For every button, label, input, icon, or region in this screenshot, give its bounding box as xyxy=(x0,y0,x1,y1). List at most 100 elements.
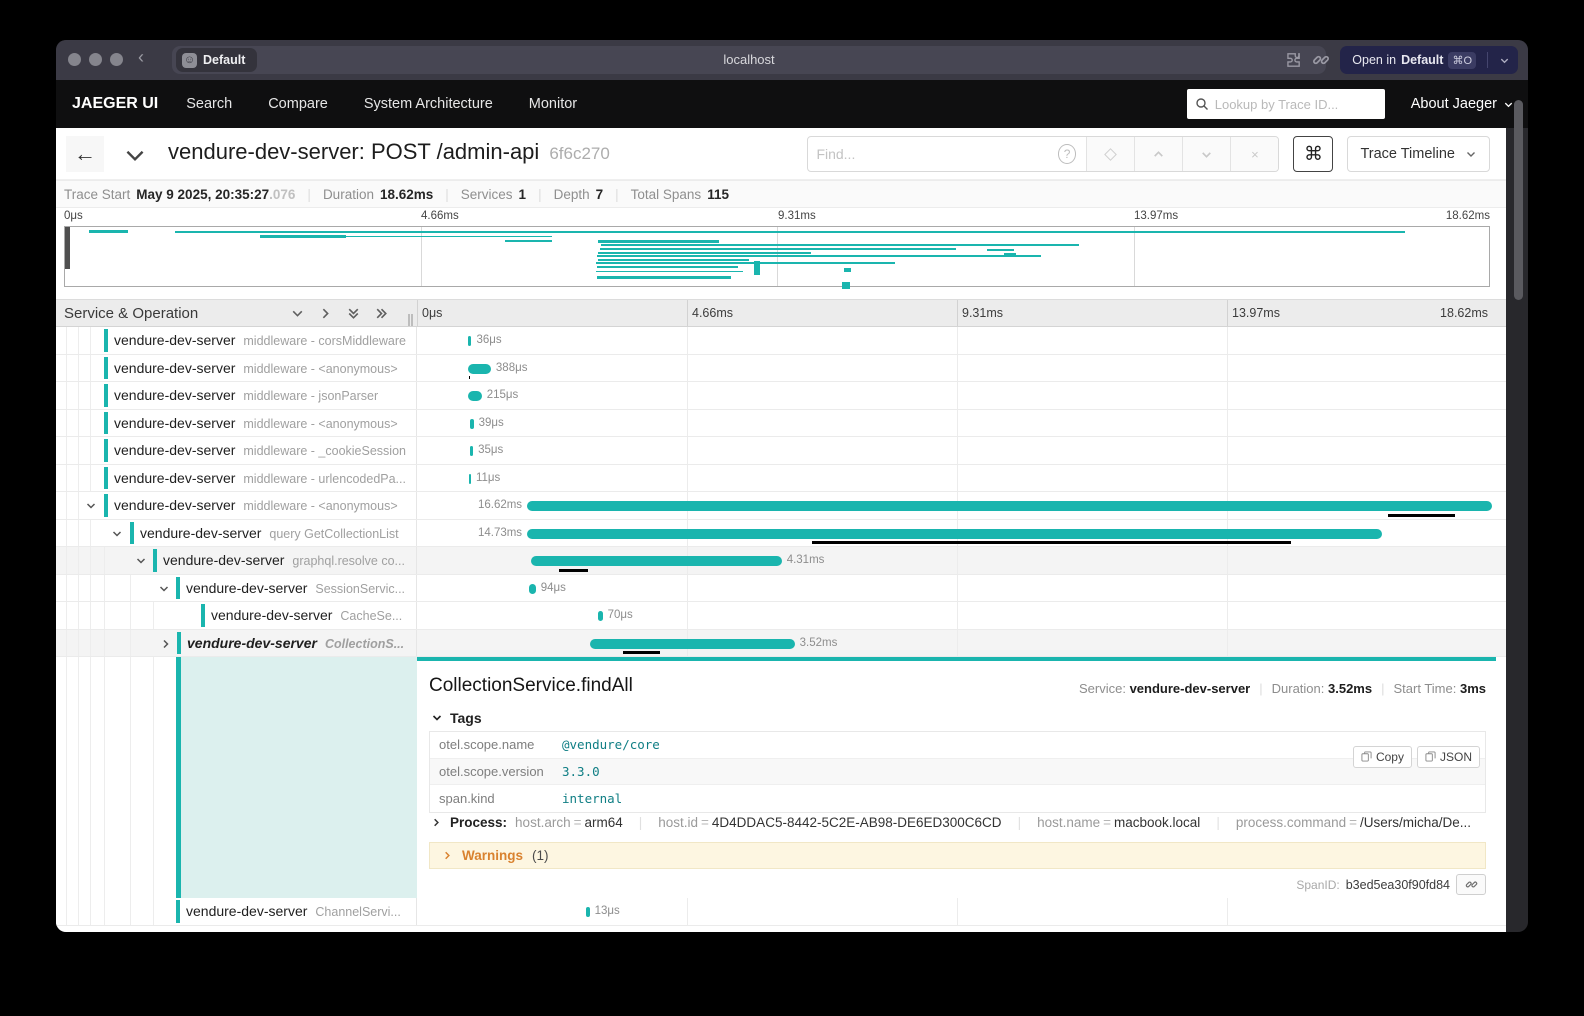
tag-row[interactable]: otel.scope.version 3.3.0 Copy JSON xyxy=(430,759,1485,786)
minimize-window-button[interactable] xyxy=(89,53,102,66)
maximize-window-button[interactable] xyxy=(110,53,123,66)
span-bar[interactable] xyxy=(590,639,795,649)
clear-search-button[interactable]: × xyxy=(1230,137,1278,171)
tag-row[interactable]: otel.scope.name @vendure/core xyxy=(430,732,1485,759)
span-timeline-cell[interactable]: 13μs xyxy=(417,898,1496,925)
tags-section-toggle[interactable]: Tags xyxy=(431,710,482,726)
span-bar[interactable] xyxy=(469,474,471,484)
span-row[interactable]: vendure-dev-servermiddleware - <anonymou… xyxy=(56,355,1506,383)
span-row[interactable]: vendure-dev-servergraphql.resolve co... … xyxy=(56,547,1506,575)
traffic-lights[interactable] xyxy=(68,53,123,66)
keyboard-shortcuts-button[interactable]: ⌘ xyxy=(1293,136,1333,172)
find-input[interactable] xyxy=(816,146,1057,162)
address-bar[interactable]: ☺ Default localhost xyxy=(172,46,1326,74)
prev-result-button[interactable] xyxy=(1134,137,1182,171)
span-bar[interactable] xyxy=(468,364,491,374)
chevron-down-icon[interactable] xyxy=(85,500,97,512)
nav-item-system-architecture[interactable]: System Architecture xyxy=(364,96,493,112)
about-jaeger-menu[interactable]: About Jaeger xyxy=(1411,96,1514,112)
span-name-cell[interactable]: vendure-dev-serverCacheSe... xyxy=(56,602,417,629)
span-timeline-cell[interactable]: 39μs xyxy=(417,410,1496,437)
span-row[interactable]: vendure-dev-servermiddleware - <anonymou… xyxy=(56,492,1506,520)
view-type-select[interactable]: Trace Timeline xyxy=(1347,136,1490,172)
span-timeline-cell[interactable]: 3.52ms xyxy=(417,630,1496,657)
span-timeline-cell[interactable]: 4.31ms xyxy=(417,547,1496,574)
span-name-cell[interactable]: vendure-dev-serverCollectionS... xyxy=(56,630,417,657)
span-row[interactable]: vendure-dev-servermiddleware - corsMiddl… xyxy=(56,327,1506,355)
close-window-button[interactable] xyxy=(68,53,81,66)
minimap-drag-handle[interactable] xyxy=(65,227,70,269)
next-result-button[interactable] xyxy=(1182,137,1230,171)
span-row[interactable]: vendure-dev-serverquery GetCollectionLis… xyxy=(56,520,1506,548)
trace-id-lookup[interactable] xyxy=(1187,89,1385,119)
span-row[interactable]: vendure-dev-servermiddleware - <anonymou… xyxy=(56,410,1506,438)
tag-row[interactable]: span.kind internal xyxy=(430,785,1485,812)
span-row[interactable]: vendure-dev-serverSessionServic... 94μs xyxy=(56,575,1506,603)
nav-item-search[interactable]: Search xyxy=(186,96,232,112)
span-name-cell[interactable]: vendure-dev-servermiddleware - <anonymou… xyxy=(56,355,417,382)
nav-item-compare[interactable]: Compare xyxy=(268,96,328,112)
span-bar[interactable] xyxy=(586,907,589,917)
collapse-all-icon[interactable] xyxy=(346,306,361,321)
focus-span-button[interactable] xyxy=(1086,137,1134,171)
span-timeline-cell[interactable]: 70μs xyxy=(417,602,1496,629)
span-timeline-cell[interactable]: 16.62ms xyxy=(417,492,1496,519)
span-row[interactable]: vendure-dev-serverChannelServi... 13μs xyxy=(56,898,1506,926)
process-section-toggle[interactable]: Process: host.arch=arm64| host.id=4D4DDA… xyxy=(431,815,1471,830)
expand-all-icon[interactable] xyxy=(374,306,389,321)
help-icon[interactable]: ? xyxy=(1058,144,1077,164)
chevron-down-icon[interactable] xyxy=(1499,55,1510,66)
column-resizer[interactable] xyxy=(408,314,413,326)
span-name-cell[interactable]: vendure-dev-servermiddleware - urlencode… xyxy=(56,465,417,492)
span-row[interactable]: vendure-dev-serverCacheSe... 70μs xyxy=(56,602,1506,630)
chevron-down-icon[interactable] xyxy=(135,555,147,567)
chevron-down-icon[interactable] xyxy=(111,528,123,540)
warnings-section-toggle[interactable]: Warnings (1) xyxy=(429,842,1486,869)
span-timeline-cell[interactable]: 14.73ms xyxy=(417,520,1496,547)
span-timeline-cell[interactable]: 11μs xyxy=(417,465,1496,492)
expand-one-icon[interactable] xyxy=(318,306,333,321)
span-timeline-cell[interactable]: 215μs xyxy=(417,382,1496,409)
span-row[interactable]: vendure-dev-servermiddleware - _cookieSe… xyxy=(56,437,1506,465)
span-bar[interactable] xyxy=(468,391,482,401)
extensions-puzzle-icon[interactable] xyxy=(1284,51,1302,69)
chevron-down-icon[interactable] xyxy=(158,583,170,595)
span-name-cell[interactable]: vendure-dev-serverChannelServi... xyxy=(56,898,417,925)
browser-back-icon[interactable]: ‹ xyxy=(138,47,144,68)
back-button[interactable]: ← xyxy=(66,136,104,172)
span-timeline-cell[interactable]: 36μs xyxy=(417,327,1496,354)
span-name-cell[interactable]: vendure-dev-servermiddleware - <anonymou… xyxy=(56,410,417,437)
nav-item-monitor[interactable]: Monitor xyxy=(529,96,577,112)
chevron-right-icon[interactable] xyxy=(160,638,172,650)
span-name-cell[interactable]: vendure-dev-servermiddleware - jsonParse… xyxy=(56,382,417,409)
trace-id-input[interactable] xyxy=(1215,97,1377,112)
minimap-canvas[interactable] xyxy=(64,226,1490,287)
span-row[interactable]: vendure-dev-serverCollectionS... 3.52ms xyxy=(56,630,1506,658)
span-row[interactable]: vendure-dev-servermiddleware - urlencode… xyxy=(56,465,1506,493)
span-bar[interactable] xyxy=(527,529,1382,539)
copy-button[interactable]: Copy xyxy=(1353,746,1412,768)
span-bar[interactable] xyxy=(468,336,472,346)
jaeger-logo[interactable]: JAEGER UI xyxy=(72,95,158,113)
span-row[interactable]: vendure-dev-servermiddleware - jsonParse… xyxy=(56,382,1506,410)
copy-link-icon[interactable] xyxy=(1312,51,1330,69)
span-name-cell[interactable]: vendure-dev-servermiddleware - <anonymou… xyxy=(56,492,417,519)
span-name-cell[interactable]: vendure-dev-servermiddleware - _cookieSe… xyxy=(56,437,417,464)
span-timeline-cell[interactable]: 388μs xyxy=(417,355,1496,382)
span-name-cell[interactable]: vendure-dev-servergraphql.resolve co... xyxy=(56,547,417,574)
json-button[interactable]: JSON xyxy=(1417,746,1480,768)
open-in-default-button[interactable]: Open in Default ⌘O xyxy=(1340,46,1518,74)
span-timeline-cell[interactable]: 94μs xyxy=(417,575,1496,602)
span-bar[interactable] xyxy=(598,611,602,621)
collapse-one-icon[interactable] xyxy=(290,306,305,321)
span-bar[interactable] xyxy=(470,446,473,456)
span-name-cell[interactable]: vendure-dev-serverquery GetCollectionLis… xyxy=(56,520,417,547)
span-name-cell[interactable]: vendure-dev-servermiddleware - corsMiddl… xyxy=(56,327,417,354)
span-bar[interactable] xyxy=(531,556,781,566)
span-timeline-cell[interactable]: 35μs xyxy=(417,437,1496,464)
span-bar[interactable] xyxy=(470,419,474,429)
span-bar[interactable] xyxy=(527,501,1492,511)
span-name-cell[interactable]: vendure-dev-serverSessionServic... xyxy=(56,575,417,602)
collapse-trace-icon[interactable] xyxy=(122,142,148,168)
span-bar[interactable] xyxy=(529,584,535,594)
